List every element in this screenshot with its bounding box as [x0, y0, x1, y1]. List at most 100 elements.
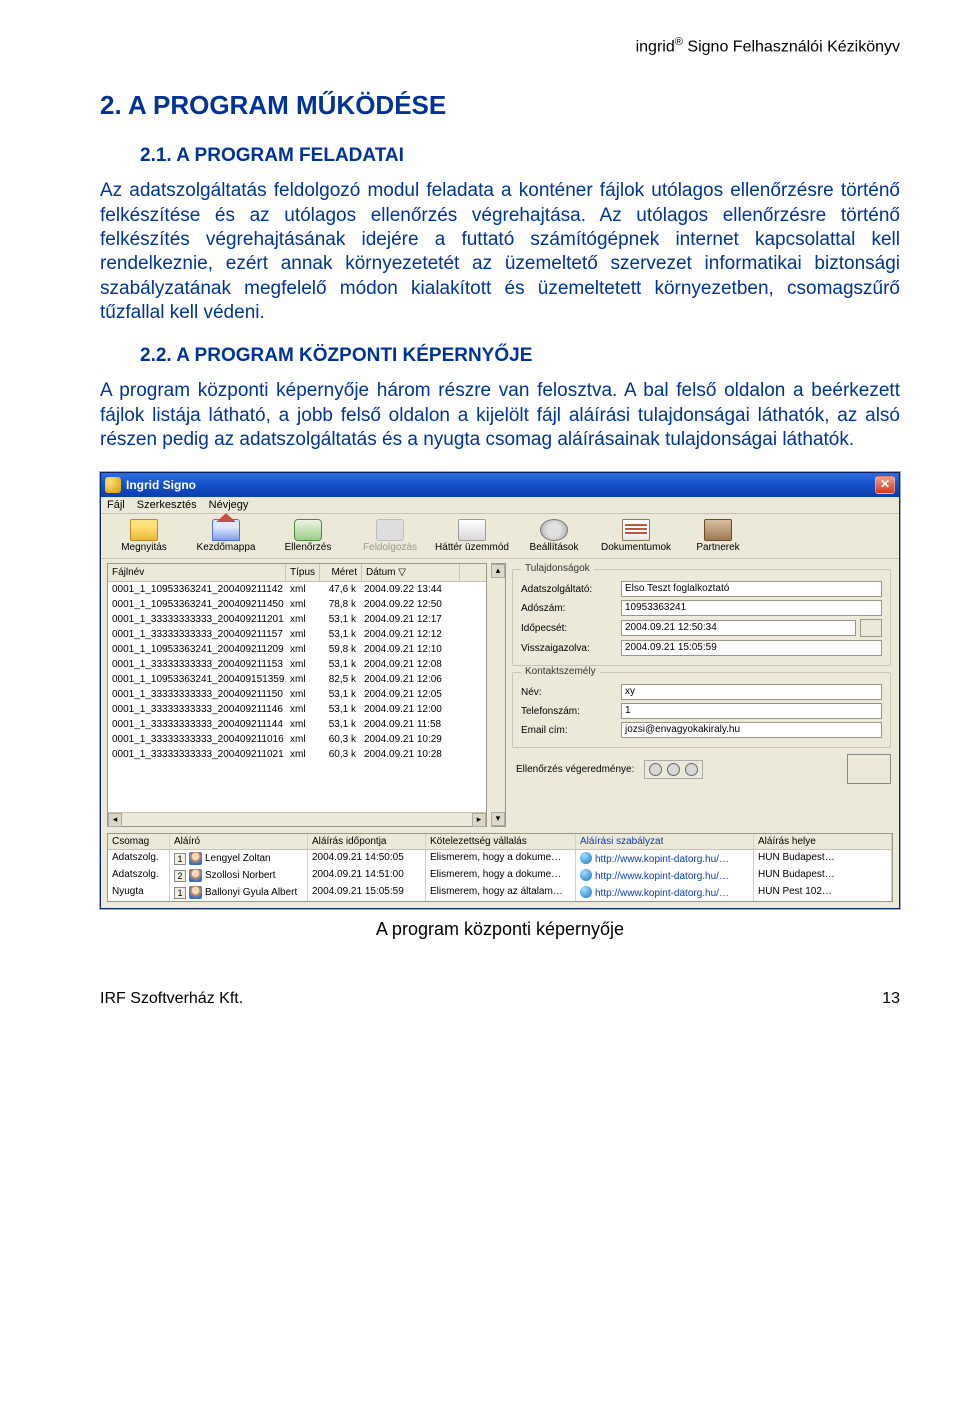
scroll-right-icon[interactable]: ▸: [472, 813, 486, 827]
col-commitment[interactable]: Kötelezettség vállalás: [426, 834, 576, 849]
group-properties: Tulajdonságok Adatszolgáltató: Elso Tesz…: [512, 569, 891, 666]
toolbar-label: Kezdőmappa: [185, 542, 267, 553]
file-list[interactable]: Fájlnév Típus Méret Dátum ▽ 0001_1_10953…: [107, 563, 487, 827]
cell-commitment: Elismerem, hogy az általam…: [426, 884, 576, 901]
toolbar-h-tt-r-zemm-d[interactable]: Háttér üzemmód: [431, 517, 513, 555]
cell-signtime: 2004.09.21 14:51:00: [308, 867, 426, 884]
globe-icon: [580, 852, 592, 864]
label-ack: Visszaigazolva:: [521, 643, 621, 654]
cell-type: xml: [286, 687, 318, 702]
cell-size: 82,5 k: [318, 672, 360, 687]
file-list-header: Fájlnév Típus Méret Dátum ▽: [108, 564, 486, 582]
app-icon: [105, 477, 121, 493]
cell-filename: 0001_1_33333333333_200409211144: [108, 717, 286, 732]
file-row[interactable]: 0001_1_33333333333_200409211153xml53,1 k…: [108, 657, 486, 672]
menu-about[interactable]: Névjegy: [209, 499, 249, 511]
heading-section-2: 2. A PROGRAM MŰKÖDÉSE: [100, 90, 900, 121]
toolbar-be-ll-t-sok[interactable]: Beállítások: [513, 517, 595, 555]
cell-size: 53,1 k: [318, 702, 360, 717]
toolbar-partnerek[interactable]: Partnerek: [677, 517, 759, 555]
figure-caption: A program központi képernyője: [100, 919, 900, 940]
cell-location: HUN Pest 102…: [754, 884, 892, 901]
cell-filename: 0001_1_33333333333_200409211201: [108, 612, 286, 627]
v-scrollbar[interactable]: ▴ ▾: [491, 563, 506, 827]
window-title: Ingrid Signo: [126, 478, 875, 492]
cell-commitment: Elismerem, hogy a dokume…: [426, 867, 576, 884]
toolbar-megnyit-s[interactable]: Megnyitás: [103, 517, 185, 555]
toolbar-feldolgoz-s: Feldolgozás: [349, 517, 431, 555]
close-button[interactable]: ✕: [875, 476, 895, 494]
signature-row[interactable]: Adatszolg.2Szollosi Norbert2004.09.21 14…: [108, 867, 892, 884]
col-date[interactable]: Dátum ▽: [362, 564, 460, 581]
cell-signer: 2Szollosi Norbert: [170, 867, 308, 884]
field-contact-phone[interactable]: 1: [621, 703, 882, 719]
file-row[interactable]: 0001_1_33333333333_200409211016xml60,3 k…: [108, 732, 486, 747]
field-timestamp[interactable]: 2004.09.21 12:50:34: [621, 620, 856, 636]
file-row[interactable]: 0001_1_33333333333_200409211146xml53,1 k…: [108, 702, 486, 717]
file-row[interactable]: 0001_1_10953363241_200409211142xml47,6 k…: [108, 582, 486, 597]
label-timestamp: Időpecsét:: [521, 623, 621, 634]
field-provider[interactable]: Elso Teszt foglalkoztató: [621, 581, 882, 597]
label-contact-email: Email cím:: [521, 725, 621, 736]
file-row[interactable]: 0001_1_10953363241_200409211209xml59,8 k…: [108, 642, 486, 657]
field-contact-name[interactable]: xy: [621, 684, 882, 700]
toolbar-ellen-rz-s[interactable]: Ellenőrzés: [267, 517, 349, 555]
col-signtime[interactable]: Aláírás időpontja: [308, 834, 426, 849]
cell-date: 2004.09.21 12:08: [360, 657, 458, 672]
cell-filename: 0001_1_10953363241_200409211450: [108, 597, 286, 612]
titlebar: Ingrid Signo ✕: [101, 473, 899, 497]
status-dot-yellow-icon: [667, 763, 680, 776]
signature-row[interactable]: Adatszolg.1Lengyel Zoltan2004.09.21 14:5…: [108, 850, 892, 867]
group-contact: Kontaktszemély Név: xy Telefonszám: 1 Em…: [512, 672, 891, 748]
label-verification-result: Ellenőrzés végeredménye:: [516, 764, 634, 775]
file-row[interactable]: 0001_1_33333333333_200409211021xml60,3 k…: [108, 747, 486, 762]
col-type[interactable]: Típus: [286, 564, 320, 581]
cell-type: xml: [286, 627, 318, 642]
cell-date: 2004.09.21 12:10: [360, 642, 458, 657]
cell-filename: 0001_1_33333333333_200409211153: [108, 657, 286, 672]
file-row[interactable]: 0001_1_33333333333_200409211201xml53,1 k…: [108, 612, 486, 627]
scroll-left-icon[interactable]: ◂: [108, 813, 122, 827]
cell-date: 2004.09.22 13:44: [360, 582, 458, 597]
scroll-down-icon[interactable]: ▾: [491, 812, 505, 826]
file-row[interactable]: 0001_1_33333333333_200409211157xml53,1 k…: [108, 627, 486, 642]
menu-file[interactable]: Fájl: [107, 499, 125, 511]
toolbar-label: Partnerek: [677, 542, 759, 553]
legend-properties: Tulajdonságok: [521, 563, 594, 574]
cell-date: 2004.09.21 12:05: [360, 687, 458, 702]
toolbar-label: Beállítások: [513, 542, 595, 553]
h-scrollbar[interactable]: ◂ ▸: [108, 812, 486, 826]
cell-policy-link[interactable]: http://www.kopint-datorg.hu/…: [576, 850, 754, 867]
col-package[interactable]: Csomag: [108, 834, 170, 849]
field-contact-email[interactable]: jozsi@envagyokakiraly.hu: [621, 722, 882, 738]
docs-icon: [622, 519, 650, 541]
file-row[interactable]: 0001_1_33333333333_200409211150xml53,1 k…: [108, 687, 486, 702]
cell-type: xml: [286, 672, 318, 687]
col-location[interactable]: Aláírás helye: [754, 834, 892, 849]
folder-icon: [130, 519, 158, 541]
toolbar-dokumentumok[interactable]: Dokumentumok: [595, 517, 677, 555]
timestamp-details-button[interactable]: [860, 619, 882, 637]
toolbar-label: Dokumentumok: [595, 542, 677, 553]
col-policy[interactable]: Aláírási szabályzat: [576, 834, 754, 849]
signature-row[interactable]: Nyugta1Ballonyi Gyula Albert2004.09.21 1…: [108, 884, 892, 901]
cell-policy-link[interactable]: http://www.kopint-datorg.hu/…: [576, 867, 754, 884]
col-size[interactable]: Méret: [320, 564, 362, 581]
menu-edit[interactable]: Szerkesztés: [137, 499, 197, 511]
properties-pane: Tulajdonságok Adatszolgáltató: Elso Tesz…: [508, 559, 899, 829]
signature-table[interactable]: Csomag Aláíró Aláírás időpontja Köteleze…: [107, 833, 893, 902]
col-signer[interactable]: Aláíró: [170, 834, 308, 849]
cell-policy-link[interactable]: http://www.kopint-datorg.hu/…: [576, 884, 754, 901]
verify-action-button[interactable]: [847, 754, 891, 784]
check-icon: [294, 519, 322, 541]
cell-filename: 0001_1_10953363241_200409211209: [108, 642, 286, 657]
file-row[interactable]: 0001_1_33333333333_200409211144xml53,1 k…: [108, 717, 486, 732]
file-row[interactable]: 0001_1_10953363241_200409151359…xml82,5 …: [108, 672, 486, 687]
field-ack[interactable]: 2004.09.21 15:05:59: [621, 640, 882, 656]
col-filename[interactable]: Fájlnév: [108, 564, 286, 581]
toolbar-kezd-mappa[interactable]: Kezdőmappa: [185, 517, 267, 555]
scroll-up-icon[interactable]: ▴: [491, 564, 505, 578]
file-row[interactable]: 0001_1_10953363241_200409211450xml78,8 k…: [108, 597, 486, 612]
field-taxid[interactable]: 10953363241: [621, 600, 882, 616]
label-contact-name: Név:: [521, 687, 621, 698]
